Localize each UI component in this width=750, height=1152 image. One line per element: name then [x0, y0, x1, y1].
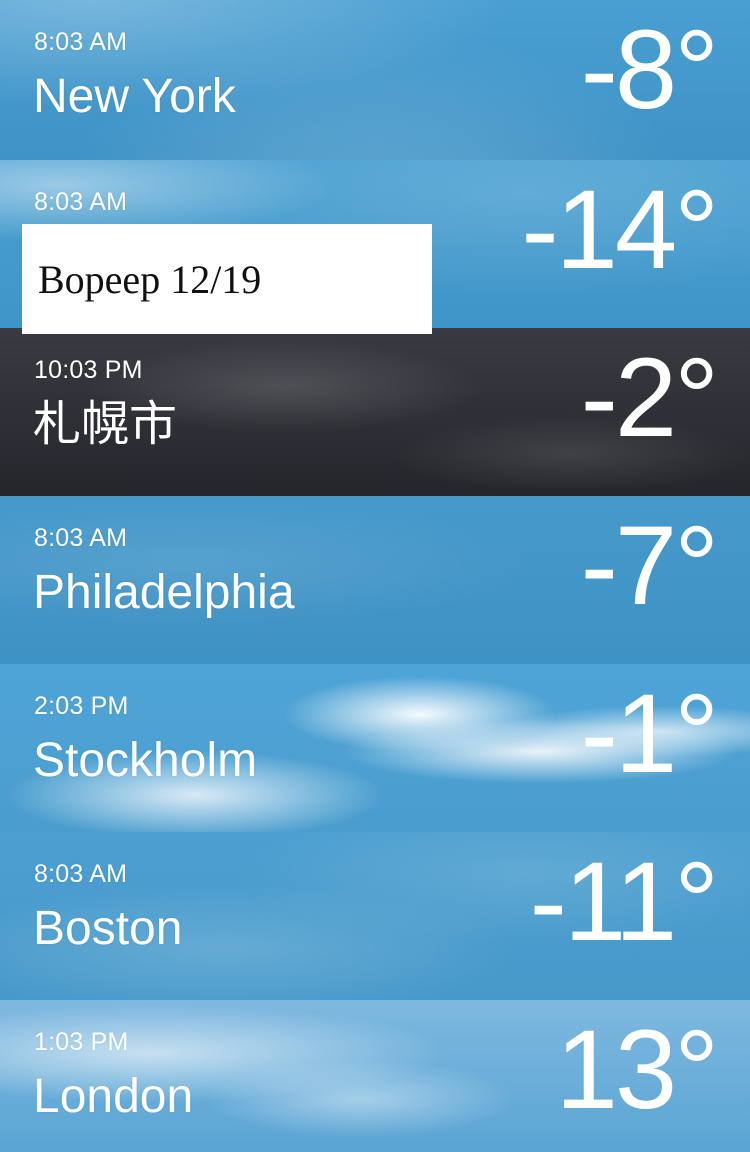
city-row-boston[interactable]: 8:03 AM Boston -11° — [0, 832, 750, 1000]
city-row-new-york[interactable]: 8:03 AM New York -8° — [0, 0, 750, 168]
local-time: 8:03 AM — [34, 188, 128, 216]
local-time: 1:03 PM — [34, 1028, 129, 1056]
temperature: 13° — [555, 1007, 719, 1132]
city-name: Philadelphia — [33, 566, 295, 619]
city-name: 札幌市 — [33, 398, 178, 451]
temperature: -1° — [580, 671, 719, 796]
local-time: 8:03 AM — [34, 860, 128, 888]
temperature: -8° — [580, 7, 719, 132]
city-weather-list: 8:03 AM New York -8° 8:03 AM -14° 10:03 … — [0, 0, 750, 1152]
local-time: 8:03 AM — [34, 28, 128, 56]
city-name: Boston — [33, 902, 183, 955]
temperature: -2° — [580, 335, 719, 460]
local-time: 10:03 PM — [34, 356, 143, 384]
city-name: Stockholm — [33, 734, 258, 787]
temperature: -14° — [521, 167, 719, 292]
city-row-london[interactable]: 1:03 PM London 13° — [0, 1000, 750, 1152]
city-name: London — [33, 1070, 194, 1123]
local-time: 8:03 AM — [34, 524, 128, 552]
temperature: -11° — [529, 839, 719, 964]
city-name: New York — [33, 70, 236, 123]
city-row-sapporo[interactable]: 10:03 PM 札幌市 -2° — [0, 328, 750, 496]
city-row-stockholm[interactable]: 2:03 PM Stockholm -1° — [0, 664, 750, 832]
overlay-label: Bopeep 12/19 — [22, 224, 432, 334]
temperature: -7° — [580, 503, 719, 628]
city-row-philadelphia[interactable]: 8:03 AM Philadelphia -7° — [0, 496, 750, 664]
local-time: 2:03 PM — [34, 692, 129, 720]
